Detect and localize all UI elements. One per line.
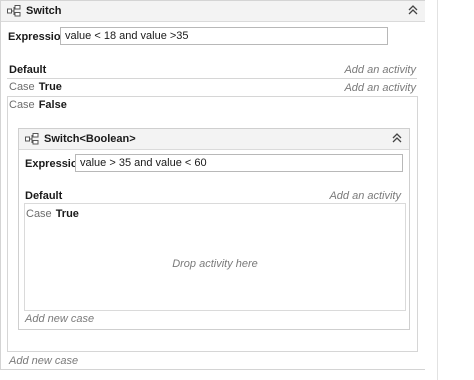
divider bbox=[7, 351, 418, 352]
case-false-border-right bbox=[417, 96, 418, 351]
inner-switch-activity[interactable]: Switch<Boolean> Expression value > 35 an… bbox=[18, 128, 410, 330]
case-value: True bbox=[38, 81, 62, 93]
outer-default-add-activity[interactable]: Add an activity bbox=[344, 64, 416, 76]
divider bbox=[7, 78, 417, 79]
inner-add-new-case[interactable]: Add new case bbox=[25, 313, 94, 325]
drop-activity-hint[interactable]: Drop activity here bbox=[25, 258, 405, 270]
outer-switch-title-bar[interactable]: Switch bbox=[1, 1, 425, 22]
collapse-icon[interactable] bbox=[407, 4, 419, 16]
inner-default-add-activity[interactable]: Add an activity bbox=[329, 190, 401, 202]
divider bbox=[7, 96, 417, 97]
switch-activity-icon bbox=[7, 5, 21, 17]
inner-case-true-body[interactable]: Case True Drop activity here bbox=[24, 203, 406, 311]
inner-default-label: Default bbox=[25, 190, 63, 202]
outer-switch-title: Switch bbox=[26, 5, 62, 17]
outer-add-new-case[interactable]: Add new case bbox=[9, 355, 78, 367]
case-keyword: Case bbox=[9, 99, 35, 111]
case-keyword: Case bbox=[26, 208, 52, 220]
case-false-border-left bbox=[7, 96, 8, 351]
outer-case-true-add-activity[interactable]: Add an activity bbox=[344, 82, 416, 94]
outer-expression-input[interactable]: value < 18 and value >35 bbox=[60, 27, 388, 45]
collapse-icon[interactable] bbox=[391, 132, 403, 144]
outer-default-label: Default bbox=[9, 64, 47, 76]
switch-activity-icon bbox=[25, 133, 39, 145]
outer-case-false-header[interactable]: Case False bbox=[9, 99, 67, 111]
outer-switch-activity[interactable]: Switch Expression value < 18 and value >… bbox=[0, 0, 425, 370]
inner-switch-title-bar[interactable]: Switch<Boolean> bbox=[19, 129, 409, 150]
outer-case-true-header[interactable]: Case True bbox=[9, 81, 62, 93]
scrollbar-track[interactable] bbox=[437, 0, 438, 380]
inner-switch-title: Switch<Boolean> bbox=[44, 133, 136, 145]
case-value: True bbox=[55, 208, 79, 220]
inner-case-true-header[interactable]: Case True bbox=[26, 208, 79, 220]
case-keyword: Case bbox=[9, 81, 35, 93]
case-value: False bbox=[38, 99, 67, 111]
outer-expression-label: Expression bbox=[8, 31, 68, 43]
inner-expression-input[interactable]: value > 35 and value < 60 bbox=[75, 154, 403, 172]
